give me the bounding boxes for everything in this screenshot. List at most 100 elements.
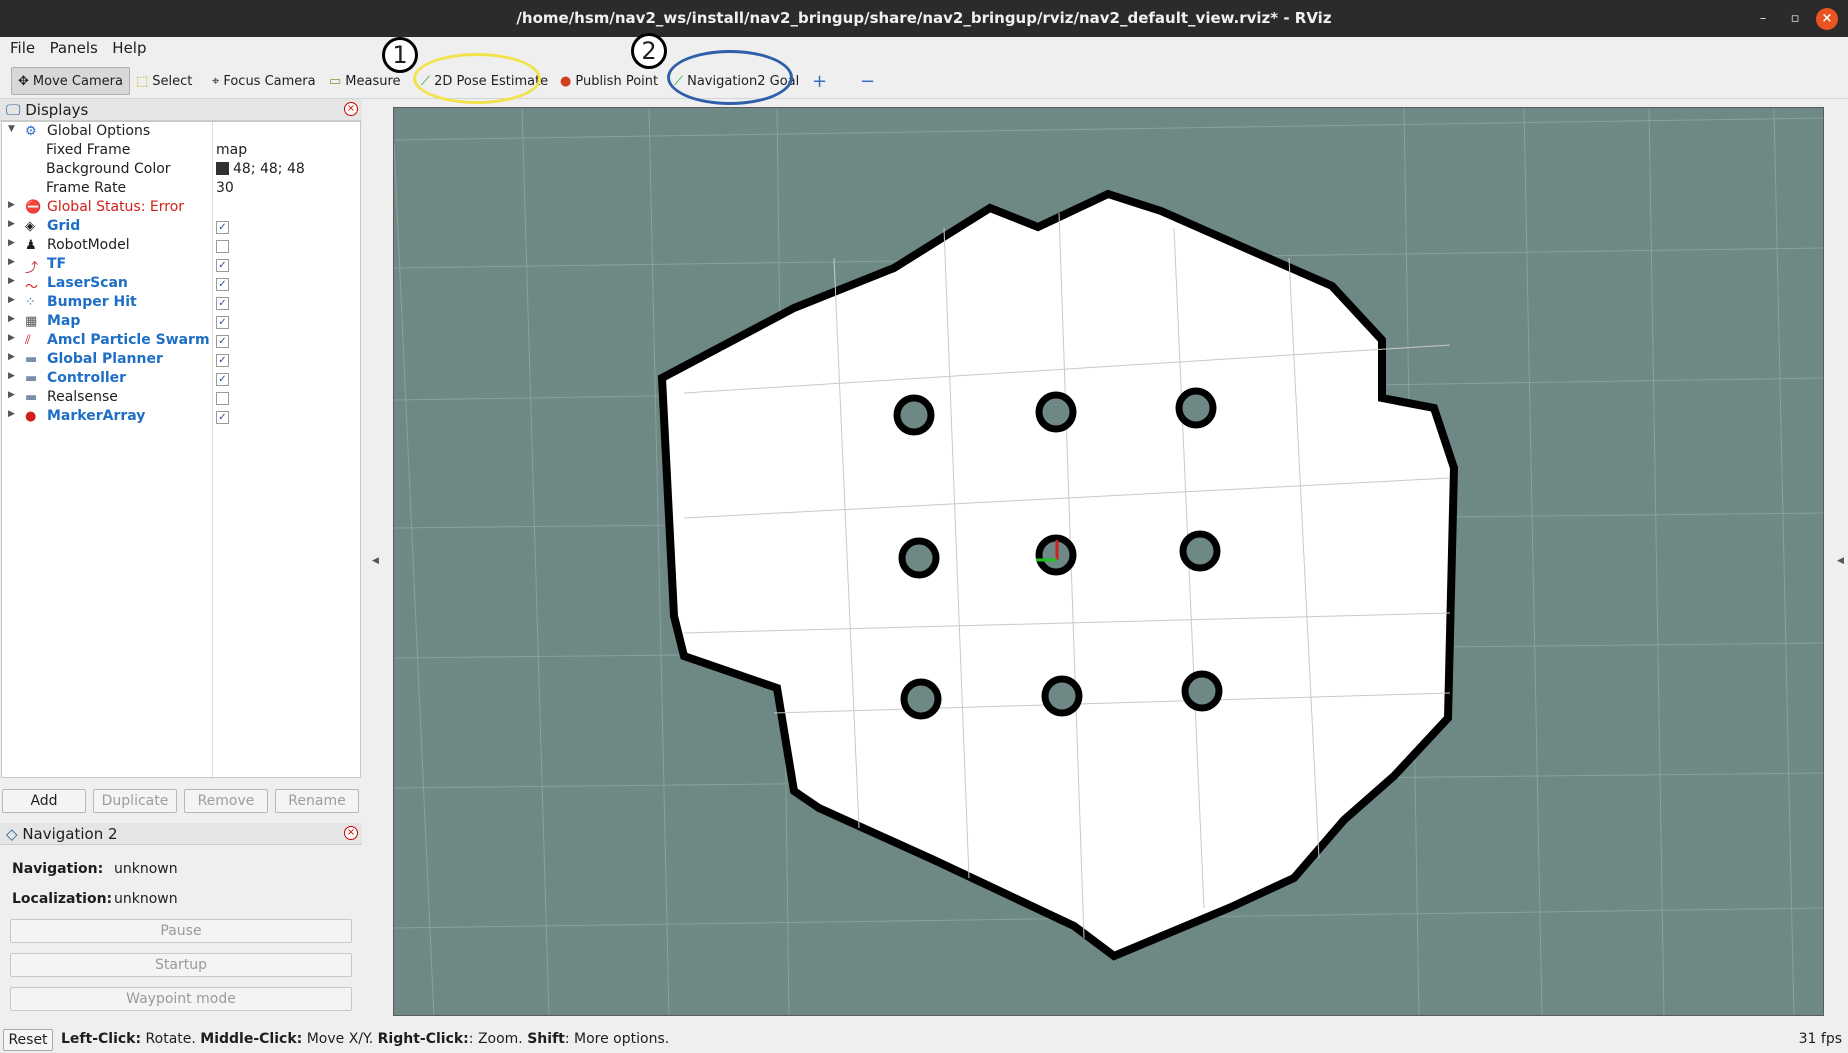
- minimize-icon[interactable]: –: [1752, 8, 1774, 30]
- remove-tool-button[interactable]: −: [854, 67, 881, 95]
- tree-row-global-options[interactable]: ▼ ⚙ Global Options: [2, 123, 360, 142]
- tree-label: RobotModel: [47, 237, 130, 253]
- maximize-icon[interactable]: ▫: [1784, 8, 1806, 30]
- visibility-checkbox[interactable]: ✓: [216, 316, 229, 329]
- menu-panels[interactable]: Panels: [40, 37, 98, 57]
- close-icon[interactable]: ×: [1816, 8, 1838, 30]
- tree-row-grid[interactable]: ▶ ◈ Grid ✓: [2, 218, 360, 237]
- tree-row-fixed-frame[interactable]: Fixed Frame map: [2, 142, 360, 161]
- tree-row-frame-rate[interactable]: Frame Rate 30: [2, 180, 360, 199]
- annotation-number-2: 2: [631, 33, 667, 69]
- visibility-checkbox[interactable]: ✓: [216, 373, 229, 386]
- visibility-checkbox[interactable]: ✓: [216, 354, 229, 367]
- reset-button[interactable]: Reset: [3, 1029, 53, 1051]
- visibility-checkbox[interactable]: ✓: [216, 335, 229, 348]
- expand-arrow-icon[interactable]: ▶: [8, 219, 15, 229]
- menu-file[interactable]: File: [0, 37, 35, 57]
- visibility-checkbox[interactable]: ✓: [216, 297, 229, 310]
- tool-label: Publish Point: [575, 73, 659, 89]
- focus-camera-tool[interactable]: ⌖ Focus Camera: [206, 67, 322, 95]
- tree-row-laserscan[interactable]: ▶ 〜 LaserScan ✓: [2, 275, 360, 295]
- visibility-checkbox[interactable]: [216, 392, 229, 405]
- tree-label: Map: [47, 313, 81, 329]
- visibility-checkbox[interactable]: ✓: [216, 259, 229, 272]
- expand-arrow-icon[interactable]: ▶: [8, 333, 15, 343]
- render-viewport[interactable]: [393, 107, 1824, 1016]
- tree-row-bumper-hit[interactable]: ▶ ⁘ Bumper Hit ✓: [2, 294, 360, 313]
- prop-value[interactable]: 30: [216, 180, 234, 196]
- tree-label: Global Planner: [47, 351, 163, 367]
- tree-row-global-status[interactable]: ▶ ⛔ Global Status: Error: [2, 199, 360, 218]
- folder-icon: ▬: [25, 390, 38, 405]
- remove-display-button[interactable]: Remove: [184, 789, 268, 813]
- focus-camera-icon: ⌖: [212, 73, 220, 89]
- map-render: [394, 108, 1823, 1015]
- prop-value[interactable]: 48; 48; 48: [216, 161, 305, 177]
- tree-row-background-color[interactable]: Background Color 48; 48; 48: [2, 161, 360, 180]
- window-titlebar: /home/hsm/nav2_ws/install/nav2_bringup/s…: [0, 0, 1848, 37]
- error-icon: ⛔: [25, 200, 42, 215]
- tree-row-robotmodel[interactable]: ▶ ♟ RobotModel: [2, 237, 360, 256]
- tree-label: Amcl Particle Swarm: [47, 332, 210, 348]
- expand-arrow-icon[interactable]: ▶: [8, 352, 15, 362]
- waypoint-mode-button[interactable]: Waypoint mode: [10, 987, 352, 1011]
- expand-arrow-icon[interactable]: ▶: [8, 371, 15, 381]
- collapse-right-icon[interactable]: ◀: [1837, 556, 1844, 566]
- add-display-button[interactable]: Add: [2, 789, 86, 813]
- tree-row-amcl-particle-swarm[interactable]: ▶ ⫽ Amcl Particle Swarm ✓: [2, 332, 360, 351]
- status-bar: Reset Left-Click: Rotate. Middle-Click: …: [0, 1026, 1848, 1053]
- rename-display-button[interactable]: Rename: [275, 789, 359, 813]
- expand-arrow-icon[interactable]: ▶: [8, 390, 15, 400]
- marker-array-icon: ●: [25, 409, 37, 424]
- visibility-checkbox[interactable]: ✓: [216, 411, 229, 424]
- hint-part: Right-Click:: [377, 1031, 469, 1047]
- expand-arrow-icon[interactable]: ▶: [8, 295, 15, 305]
- mouse-hint: Left-Click: Rotate. Middle-Click: Move X…: [61, 1031, 669, 1047]
- tree-row-realsense[interactable]: ▶ ▬ Realsense: [2, 389, 360, 408]
- publish-point-tool[interactable]: ● Publish Point: [554, 67, 664, 95]
- close-panel-icon[interactable]: ×: [344, 102, 358, 116]
- pause-button[interactable]: Pause: [10, 919, 352, 943]
- startup-button[interactable]: Startup: [10, 953, 352, 977]
- visibility-checkbox[interactable]: ✓: [216, 278, 229, 291]
- visibility-checkbox[interactable]: [216, 240, 229, 253]
- tree-row-controller[interactable]: ▶ ▬ Controller ✓: [2, 370, 360, 389]
- tree-row-markerarray[interactable]: ▶ ● MarkerArray ✓: [2, 408, 360, 427]
- expand-arrow-icon[interactable]: ▶: [8, 409, 15, 419]
- particle-swarm-icon: ⫽: [25, 333, 31, 348]
- localization-label: Localization:: [12, 891, 113, 907]
- prop-value[interactable]: map: [216, 142, 247, 158]
- expand-arrow-icon[interactable]: ▶: [8, 314, 15, 324]
- expand-arrow-icon[interactable]: ▼: [8, 124, 15, 134]
- menu-help[interactable]: Help: [102, 37, 146, 57]
- navigation-value: unknown: [114, 861, 178, 877]
- move-camera-tool[interactable]: ✥ Move Camera: [11, 67, 130, 95]
- duplicate-display-button[interactable]: Duplicate: [93, 789, 177, 813]
- tree-label: Grid: [47, 218, 81, 234]
- expand-arrow-icon[interactable]: ▶: [8, 276, 15, 286]
- expand-arrow-icon[interactable]: ▶: [8, 257, 15, 267]
- gear-icon: ⚙: [25, 124, 37, 139]
- expand-arrow-icon[interactable]: ▶: [8, 200, 15, 210]
- bumper-hit-icon: ⁘: [25, 295, 36, 310]
- tree-row-map[interactable]: ▶ ▦ Map ✓: [2, 313, 360, 332]
- prop-name: Background Color: [46, 161, 171, 177]
- close-panel-icon[interactable]: ×: [344, 826, 358, 840]
- select-icon: ⬚: [136, 73, 149, 89]
- expand-arrow-icon[interactable]: ▶: [8, 238, 15, 248]
- folder-icon: ▬: [25, 352, 38, 367]
- select-tool[interactable]: ⬚ Select: [130, 67, 198, 95]
- publish-point-icon: ●: [560, 73, 572, 89]
- move-camera-icon: ✥: [18, 73, 29, 89]
- tool-label: Move Camera: [32, 73, 123, 89]
- laserscan-icon: 〜: [25, 280, 39, 295]
- tree-label: Realsense: [47, 389, 118, 405]
- tree-row-global-planner[interactable]: ▶ ▬ Global Planner ✓: [2, 351, 360, 370]
- visibility-checkbox[interactable]: ✓: [216, 221, 229, 234]
- add-tool-button[interactable]: +: [806, 67, 833, 95]
- measure-icon: ▭: [329, 73, 342, 89]
- grid-icon: ◈: [25, 219, 35, 234]
- window-title: /home/hsm/nav2_ws/install/nav2_bringup/s…: [516, 9, 1332, 27]
- collapse-left-icon[interactable]: ◀: [372, 556, 379, 566]
- tree-row-tf[interactable]: ▶ ⤴ TF ✓: [2, 256, 360, 276]
